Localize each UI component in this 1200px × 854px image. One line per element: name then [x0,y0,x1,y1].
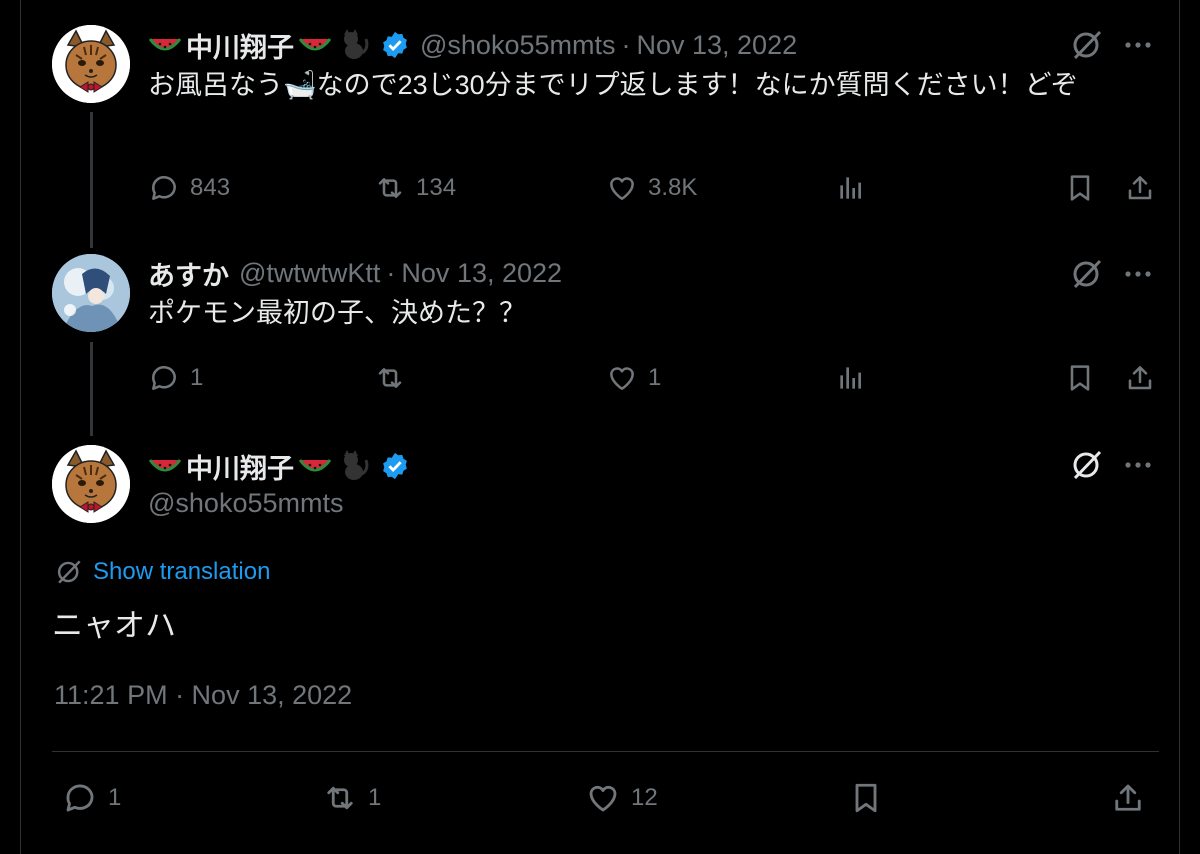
reply-icon [152,176,176,200]
author-name-text: 中川翔子 [186,453,294,484]
more-icon[interactable] [1122,33,1154,57]
bookmark-icon [855,783,877,813]
watermelon-icon [298,459,332,472]
divider [52,751,1159,752]
like-button[interactable]: 3.8K [606,172,697,204]
retweet-button[interactable]: 1 [322,780,381,816]
views-button[interactable] [835,172,867,204]
separator-dot: · [621,29,631,60]
reply-button[interactable]: 1 [148,362,203,394]
cat-avatar-image [52,445,130,523]
retweet-button[interactable]: 134 [374,172,456,204]
black-cat-icon [344,450,369,480]
main-tweet-author[interactable]: 中川翔子 @shoko55mmts [148,446,410,519]
share-icon [1115,784,1141,811]
tweet-thread-parent[interactable]: 中川翔子 @shoko55mmts · Nov 13, 2022 お風呂なう🛁な… [148,25,1160,103]
watermelon-icon [148,459,182,472]
like-count: 1 [648,364,662,391]
more-icon[interactable] [1122,453,1154,477]
tweet-reply[interactable]: あすか @twtwtwKtt · Nov 13, 2022 ポケモン最初の子、決… [148,253,1160,331]
grok-icon[interactable] [1070,28,1104,62]
main-tweet-timestamp[interactable]: 11:21 PM · Nov 13, 2022 [54,680,352,711]
timeline-border-left [20,0,21,854]
show-translation-link[interactable]: Show translation [93,558,270,586]
avatar[interactable] [52,25,130,103]
bookmark-icon [1070,175,1090,201]
retweet-icon [378,368,402,388]
share-button[interactable] [1124,362,1156,394]
share-icon [1128,176,1152,200]
tweet-date[interactable]: Nov 13, 2022 [401,258,562,289]
author-name[interactable]: 中川翔子 [148,26,410,65]
more-icon[interactable] [1122,262,1154,286]
thread-connector [90,112,93,248]
views-button[interactable] [835,362,867,394]
bookmark-button[interactable] [1064,172,1096,204]
like-button[interactable]: 12 [585,780,658,816]
avatar[interactable] [52,254,130,332]
verified-badge-icon [383,31,407,59]
separator-dot: · [386,257,396,288]
reply-button[interactable]: 1 [62,780,121,816]
author-handle[interactable]: @twtwtwKtt [239,258,380,289]
verified-badge-icon [383,452,407,480]
anime-avatar-image [52,254,130,332]
reply-button[interactable]: 843 [148,172,230,204]
like-count: 3.8K [648,174,698,201]
author-name[interactable]: 中川翔子 [148,447,410,486]
share-icon [1128,366,1152,390]
translate-icon [57,560,81,584]
author-name-text: 中川翔子 [186,32,294,63]
tweet-date[interactable]: Nov 13, 2022 [636,30,797,61]
bookmark-button[interactable] [1064,362,1096,394]
tweet-text: ポケモン最初の子、決めた？？ [148,298,526,328]
retweet-icon [378,178,402,198]
like-icon [610,367,634,390]
reply-count: 1 [108,784,122,811]
watermelon-icon [298,38,332,51]
bookmark-button[interactable] [848,780,884,816]
reply-icon [66,784,94,812]
retweet-button[interactable] [374,362,416,394]
like-button[interactable]: 1 [606,362,661,394]
retweet-count: 134 [416,174,457,201]
author-handle[interactable]: @shoko55mmts [148,488,410,519]
cat-avatar-image [52,25,130,103]
reply-count: 1 [190,364,204,391]
share-button[interactable] [1124,172,1156,204]
author-handle[interactable]: @shoko55mmts [420,30,615,61]
black-cat-icon [344,29,369,59]
retweet-icon [327,786,353,810]
views-icon [840,367,861,389]
grok-icon[interactable] [1070,448,1104,482]
retweet-count: 1 [368,784,382,811]
thread-connector [90,342,93,436]
main-tweet-text: ニャオハ [52,608,176,643]
timeline-border-right [1179,0,1180,854]
like-icon [589,785,617,812]
reply-count: 843 [190,174,231,201]
views-icon [840,177,861,199]
author-name[interactable]: あすか [148,254,229,293]
bookmark-icon [1070,365,1090,391]
reply-icon [152,366,176,390]
like-icon [610,177,634,200]
share-button[interactable] [1110,780,1146,816]
avatar[interactable] [52,445,130,523]
show-translation-button[interactable]: Show translation [55,558,270,586]
watermelon-icon [148,38,182,51]
tweet-text: お風呂なう🛁なので23じ30分までリプ返します！なにか質問ください！どぞ [148,70,1078,100]
grok-icon[interactable] [1070,257,1104,291]
like-count: 12 [631,784,658,811]
